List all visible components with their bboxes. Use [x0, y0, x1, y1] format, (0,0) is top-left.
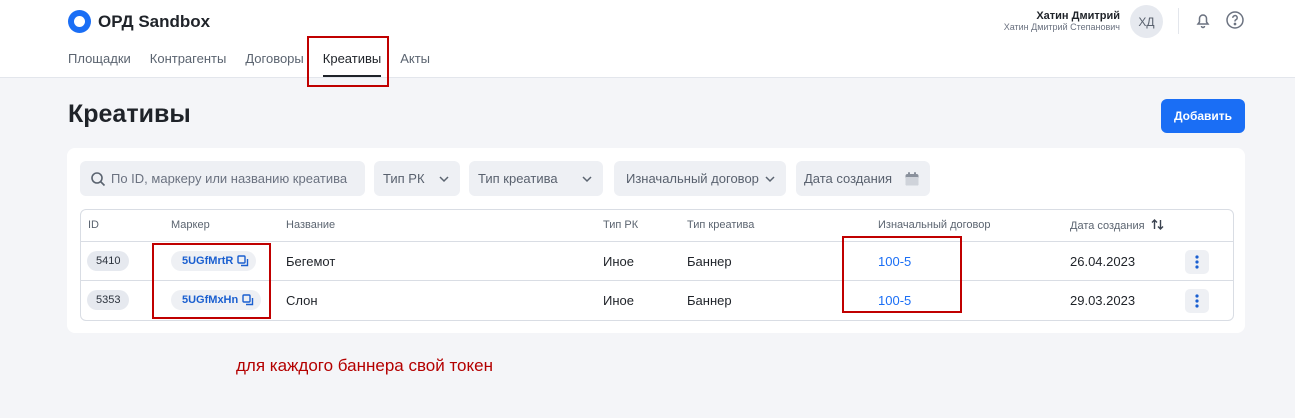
row-campaign-type: Иное: [603, 293, 634, 308]
row-actions-button[interactable]: [1185, 289, 1209, 313]
col-id[interactable]: ID: [88, 219, 99, 231]
row-actions-button[interactable]: [1185, 250, 1209, 274]
row-name: Бегемот: [286, 254, 336, 269]
brand-logo-icon: [68, 10, 91, 33]
row-campaign-type: Иное: [603, 254, 634, 269]
row-id: 5410: [87, 251, 130, 271]
table-header: ID Маркер Название Тип РК Тип креатива И…: [81, 210, 1233, 242]
add-button[interactable]: Добавить: [1161, 99, 1245, 133]
user-name: Хатин Дмитрий: [1036, 10, 1120, 22]
highlight-creatives-tab: [307, 36, 389, 87]
row-date: 29.03.2023: [1070, 293, 1136, 308]
date-created-label: Дата создания: [804, 171, 893, 186]
header-divider: [1178, 8, 1179, 34]
campaign-type-select[interactable]: Тип РК: [374, 161, 460, 196]
row-date: 26.04.2023: [1070, 254, 1136, 269]
nav-item-contracts[interactable]: Договоры: [245, 51, 303, 77]
col-marker[interactable]: Маркер: [171, 219, 210, 231]
top-bar: ОРД Sandbox Хатин Дмитрий Хатин Дмитрий …: [0, 0, 1295, 78]
col-contract[interactable]: Изначальный договор: [878, 219, 990, 231]
col-name[interactable]: Название: [286, 219, 335, 231]
nav-item-counterparties[interactable]: Контрагенты: [150, 51, 227, 77]
annotation-note: для каждого баннера свой токен: [236, 356, 493, 375]
calendar-icon: [905, 171, 919, 185]
col-campaign-type[interactable]: Тип РК: [603, 219, 638, 231]
creative-type-select[interactable]: Тип креатива: [469, 161, 603, 196]
nav-item-acts[interactable]: Акты: [400, 51, 430, 77]
highlight-contracts: [842, 236, 962, 313]
creative-type-label: Тип креатива: [478, 171, 558, 186]
col-date-created-label: Дата создания: [1070, 220, 1145, 232]
campaign-type-label: Тип РК: [383, 171, 425, 186]
chevron-down-icon: [582, 175, 592, 182]
chevron-down-icon: [765, 175, 775, 182]
date-created-picker[interactable]: Дата создания: [796, 161, 930, 196]
avatar[interactable]: ХД: [1130, 5, 1163, 38]
row-name: Слон: [286, 293, 318, 308]
chevron-down-icon: [439, 175, 449, 182]
search-icon: [91, 171, 106, 186]
col-creative-type[interactable]: Тип креатива: [687, 219, 754, 231]
more-vertical-icon: [1195, 294, 1199, 308]
user-info[interactable]: Хатин Дмитрий Хатин Дмитрий Степанович: [1004, 10, 1120, 33]
contract-label: Изначальный договор: [626, 171, 759, 186]
more-vertical-icon: [1195, 255, 1199, 269]
brand-name: ОРД Sandbox: [98, 11, 211, 31]
search-placeholder: По ID, маркеру или названию креатива: [111, 171, 348, 186]
row-creative-type: Баннер: [687, 254, 732, 269]
brand[interactable]: ОРД Sandbox: [68, 10, 210, 33]
contract-select[interactable]: Изначальный договор: [614, 161, 786, 196]
nav-item-platforms[interactable]: Площадки: [68, 51, 131, 77]
highlight-markers: [152, 243, 271, 319]
search-input[interactable]: По ID, маркеру или названию креатива: [80, 161, 365, 196]
row-creative-type: Баннер: [687, 293, 732, 308]
bell-icon[interactable]: [1193, 10, 1213, 30]
user-full-name: Хатин Дмитрий Степанович: [1003, 22, 1120, 32]
help-icon[interactable]: [1225, 10, 1245, 30]
row-id: 5353: [87, 290, 130, 310]
sort-icon[interactable]: [1151, 219, 1164, 230]
col-date-created[interactable]: Дата создания: [1070, 219, 1164, 232]
main-nav: Площадки Контрагенты Договоры Креативы А…: [68, 51, 449, 77]
page-title: Креативы: [68, 100, 191, 128]
